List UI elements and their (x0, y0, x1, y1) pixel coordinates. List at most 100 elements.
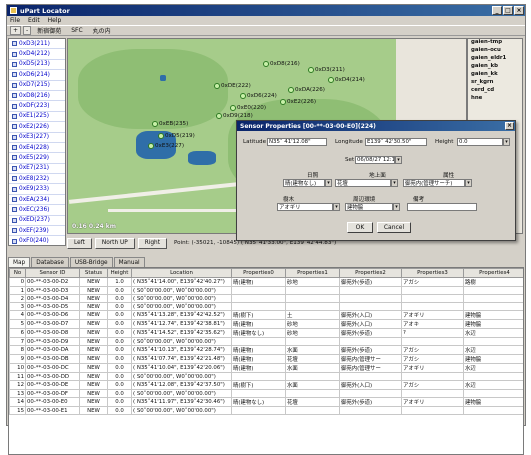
sensor-list-item[interactable]: 0xE3(227) (9, 133, 65, 143)
column-header[interactable]: Status (79, 268, 108, 278)
close-button[interactable]: × (514, 6, 524, 15)
column-header[interactable]: Properties3 (401, 268, 464, 278)
sensor-checkbox-icon[interactable] (12, 176, 17, 182)
location-sfc-button[interactable]: SFC (67, 26, 86, 35)
sensor-checkbox-icon[interactable] (12, 82, 17, 88)
sensor-checkbox-icon[interactable] (12, 124, 17, 130)
table-row[interactable]: 1 00-**-03-00-D3 NEW 0.0( S0˚00'00.00", W0˚… (9, 286, 523, 295)
table-row[interactable]: 15 00-**-03-00-E1 NEW 0.0( S0˚00'00.00", W0… (9, 406, 523, 415)
sensor-checkbox-icon[interactable] (12, 165, 17, 171)
maximize-button[interactable]: □ (503, 6, 513, 15)
sensor-marker[interactable]: 0xD6(224) (240, 93, 277, 99)
tree-select[interactable]: アオギリ (277, 203, 333, 211)
layer-item[interactable]: gaien_kk (468, 71, 522, 79)
ground-select[interactable]: 花壇 (335, 179, 391, 187)
layer-item[interactable]: gaien_kb (468, 63, 522, 71)
table-row[interactable]: 2 00-**-03-00-D4 NEW 0.0( S0˚00'00.00", W0˚… (9, 294, 523, 303)
height-dropdown-icon[interactable]: ▾ (503, 138, 510, 146)
menu-file[interactable]: File (10, 17, 20, 24)
north-up-button[interactable]: North UP (94, 237, 135, 249)
column-header[interactable]: Properties2 (339, 268, 402, 278)
column-header[interactable]: Properties1 (285, 268, 340, 278)
tree-dropdown-icon[interactable]: ▾ (333, 203, 340, 211)
sensor-list-item[interactable]: 0xE7(231) (9, 164, 65, 175)
zoom-out-button[interactable]: - (23, 26, 32, 35)
table-row[interactable]: 13 00-**-03-00-DF NEW 0.0( S0˚00'00.00", W0… (9, 389, 523, 398)
sensor-checkbox-icon[interactable] (12, 155, 17, 161)
layer-item[interactable]: sr_kgrn (468, 79, 522, 87)
sunlight-dropdown-icon[interactable]: ▾ (325, 179, 332, 187)
menu-edit[interactable]: Edit (28, 17, 40, 24)
sensor-list-item[interactable]: 0xD6(214) (9, 70, 65, 81)
sensor-list-item[interactable]: 0xE8(232) (9, 174, 65, 185)
sensor-checkbox-icon[interactable] (12, 41, 17, 47)
layer-item[interactable]: gaien-tmp (468, 39, 522, 47)
sensor-list-item[interactable]: 0xE4(228) (9, 143, 65, 154)
table-row[interactable]: 3 00-**-03-00-D5 NEW 0.0( S0˚00'00.00", W0˚… (9, 302, 523, 311)
sensor-list-item[interactable]: 0xD4(212) (9, 49, 65, 60)
layer-item[interactable]: gaien-ocu (468, 47, 522, 55)
attribute-select[interactable]: 御苑内(管理サーチ) (403, 179, 465, 187)
sensor-checkbox-icon[interactable] (12, 207, 17, 213)
sensor-checkbox-icon[interactable] (12, 103, 17, 109)
column-header[interactable]: No (9, 268, 26, 278)
sensor-list-item[interactable]: 0xEA(234) (9, 195, 65, 206)
sensor-table[interactable]: No Sensor ID Status Height Location Propertie… (8, 267, 524, 455)
column-header[interactable]: Height (107, 268, 132, 278)
sensor-marker[interactable]: 0xD9(218) (216, 113, 253, 119)
menu-help[interactable]: Help (48, 17, 62, 24)
sensor-list-item[interactable]: 0xED(237) (9, 216, 65, 227)
table-row[interactable]: 5 00-**-03-00-D7 NEW 0.0( N35˚41'12.74", E1… (9, 319, 523, 329)
ok-button[interactable]: OK (347, 222, 373, 233)
environment-select[interactable]: 建物脇 (345, 203, 393, 211)
sensor-marker[interactable]: 0xE2(226) (280, 99, 316, 105)
table-row[interactable]: 0 00-**-03-00-D2 NEW 1.0( N35˚41'14.00", E1… (9, 277, 523, 287)
sensor-marker[interactable]: 0xD8(216) (263, 61, 300, 67)
set-date-dropdown-icon[interactable]: ▾ (395, 156, 402, 164)
note-field[interactable] (407, 203, 477, 211)
sensor-list-item[interactable]: 0xE1(225) (9, 112, 65, 123)
table-row[interactable]: 11 00-**-03-00-DD NEW 0.0( S0˚00'00.00", W0… (9, 372, 523, 381)
column-header[interactable]: Sensor ID (25, 268, 80, 278)
sensor-checkbox-icon[interactable] (12, 145, 17, 151)
tab-database[interactable]: Database (31, 257, 69, 267)
column-header[interactable]: Properties4 (463, 268, 523, 278)
sensor-list-item[interactable]: 0xEF(239) (9, 226, 65, 237)
sensor-marker[interactable]: 0xDA(226) (288, 87, 325, 93)
sensor-list-item[interactable]: 0xDF(223) (9, 101, 65, 112)
sensor-checkbox-icon[interactable] (12, 113, 17, 119)
tab-map[interactable]: Map (8, 257, 31, 267)
sensor-list-item[interactable]: 0xD7(215) (9, 81, 65, 91)
table-row[interactable]: 8 00-**-03-00-DA NEW 0.0( N35˚41'10.13", E1… (9, 345, 523, 355)
table-row[interactable]: 6 00-**-03-00-D8 NEW 0.0( N35˚41'14.52", E1… (9, 328, 523, 338)
table-row[interactable]: 7 00-**-03-00-D9 NEW 0.0( S0˚00'00.00", W0˚… (9, 337, 523, 346)
height-field[interactable]: 0.0 (457, 138, 503, 146)
layer-item[interactable]: hne (468, 95, 522, 103)
sensor-list[interactable]: 0xD3(211) 0xD4(212) 0xD5(213) 0xD6(214) 0xD7… (8, 38, 66, 246)
table-row[interactable]: 12 00-**-03-00-DE NEW 0.0( N35˚41'12.08", E… (9, 380, 523, 390)
sensor-list-item[interactable]: 0xD3(211) (9, 39, 65, 50)
sensor-list-item[interactable]: 0xF0(240) (9, 236, 65, 245)
tab-usb-bridge[interactable]: USB-Bridge (69, 257, 113, 267)
rotate-right-button[interactable]: Right (137, 237, 167, 249)
column-header[interactable]: Properties0 (231, 268, 286, 278)
sensor-marker[interactable]: 0xD3(211) (308, 67, 345, 73)
sensor-list-item[interactable]: 0xD5(213) (9, 60, 65, 71)
table-row[interactable]: 9 00-**-03-00-DB NEW 0.0( N35˚41'07.74", E1… (9, 354, 523, 364)
sensor-checkbox-icon[interactable] (12, 72, 17, 78)
location-shinjuku-gyoen-button[interactable]: 新宿御苑 (33, 25, 65, 36)
zoom-in-button[interactable]: + (10, 26, 22, 35)
longitude-field[interactable]: E139˚ 42'30.50" (365, 138, 427, 146)
sensor-checkbox-icon[interactable] (12, 134, 17, 140)
sensor-checkbox-icon[interactable] (12, 197, 17, 203)
layer-item[interactable]: cerd_cd (468, 87, 522, 95)
sensor-list-item[interactable]: 0xE2(226) (9, 122, 65, 133)
sensor-marker[interactable]: 0xE0(220) (230, 105, 266, 111)
attribute-dropdown-icon[interactable]: ▾ (465, 179, 472, 187)
table-row[interactable]: 14 00-**-03-00-E0 NEW 0.0( N35˚41'11.97", E… (9, 397, 523, 407)
set-date-field[interactable]: 06/08/27 12:19 (355, 156, 395, 164)
sensor-checkbox-icon[interactable] (12, 61, 17, 67)
cancel-button[interactable]: Cancel (377, 222, 411, 233)
sensor-checkbox-icon[interactable] (12, 238, 17, 244)
sensor-marker[interactable]: 0xDE(222) (214, 83, 251, 89)
